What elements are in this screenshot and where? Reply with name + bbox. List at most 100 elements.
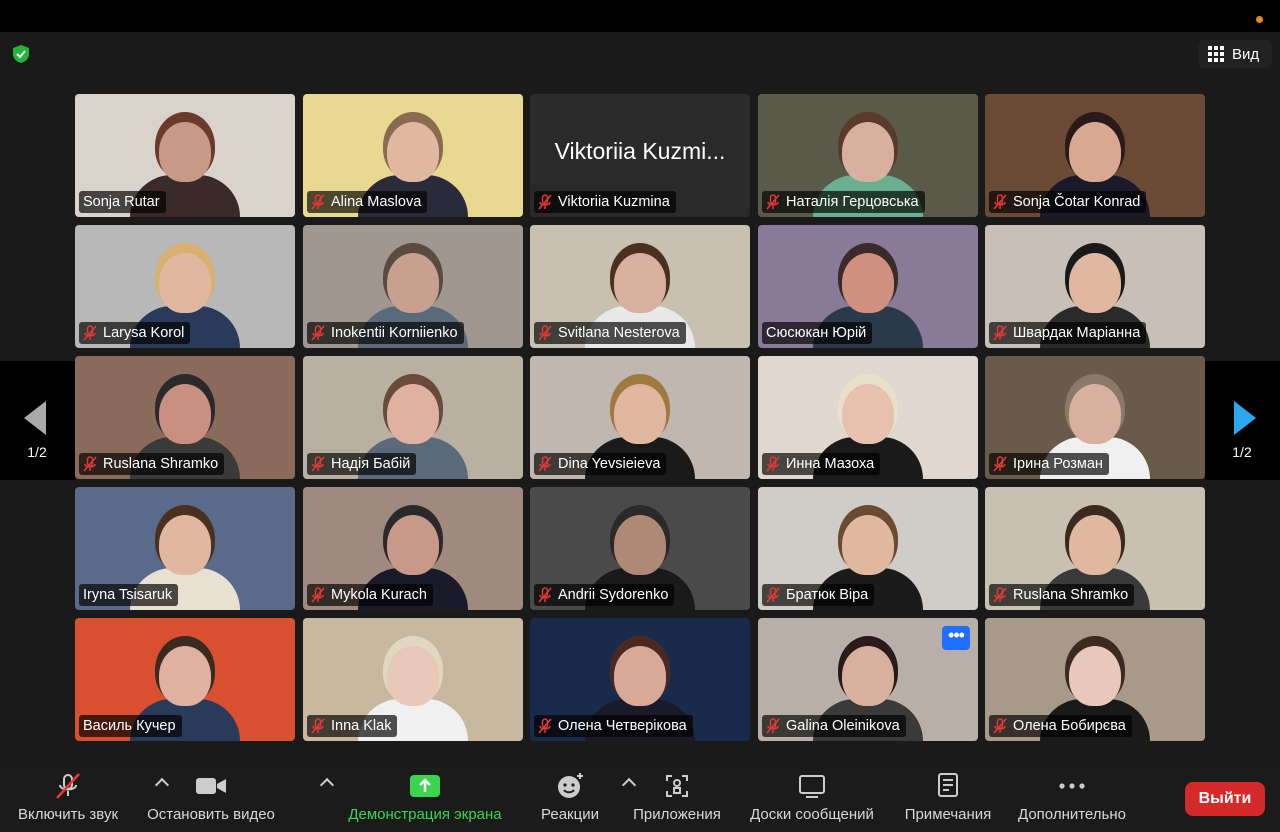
participant-name: Inokentii Korniienko: [331, 325, 458, 341]
participant-name-tag: Alina Maslova: [307, 191, 428, 213]
participant-name: Швардак Маріанна: [1013, 325, 1141, 341]
muted-mic-icon: [83, 325, 97, 341]
muted-mic-icon: [993, 456, 1007, 472]
tile-more-options-button[interactable]: •••: [942, 626, 970, 650]
participant-video-tile[interactable]: Sonja Čotar Konrad: [985, 94, 1205, 217]
participant-name-tag: Ruslana Shramko: [79, 453, 225, 475]
participant-video-tile[interactable]: Братюк Віра: [758, 487, 978, 610]
participant-name: Ruslana Shramko: [1013, 587, 1129, 603]
participant-video-tile[interactable]: Инна Мазоха: [758, 356, 978, 479]
participant-name-tag: Наталія Герцовська: [762, 191, 925, 213]
muted-mic-icon: [993, 325, 1007, 341]
muted-mic-icon: [766, 718, 780, 734]
participant-video-tile[interactable]: Mykola Kurach: [303, 487, 523, 610]
participant-name: Наталія Герцовська: [786, 194, 919, 210]
participant-video-tile[interactable]: Ірина Розман: [985, 356, 1205, 479]
video-options-caret-icon[interactable]: [319, 777, 335, 793]
muted-mic-icon: [311, 456, 325, 472]
reactions-button[interactable]: Реакции: [530, 766, 637, 832]
participant-name-tag: Ruslana Shramko: [989, 584, 1135, 606]
participant-name: Олена Бобирєва: [1013, 718, 1126, 734]
status-dot: [1256, 16, 1263, 23]
reactions-label: Реакции: [541, 806, 599, 823]
stop-video-button[interactable]: Остановить видео: [140, 766, 335, 832]
muted-mic-icon: [538, 587, 552, 603]
smiley-face-icon: [558, 773, 583, 798]
participant-video-tile[interactable]: Iryna Tsisaruk: [75, 487, 295, 610]
muted-mic-icon: [538, 325, 552, 341]
view-label: Вид: [1232, 45, 1260, 63]
participant-name: Ruslana Shramko: [103, 456, 219, 472]
participant-video-tile[interactable]: Василь Кучер: [75, 618, 295, 741]
muted-mic-icon: [993, 718, 1007, 734]
participant-video-tile[interactable]: Viktoriia Kuzmi... Viktoriia Kuzmina: [530, 94, 750, 217]
participant-name: Sonja Čotar Konrad: [1013, 194, 1141, 210]
participant-video-tile[interactable]: Швардак Маріанна: [985, 225, 1205, 348]
participant-video-tile[interactable]: Andrii Sydorenko: [530, 487, 750, 610]
participant-name-tag: Viktoriia Kuzmina: [534, 191, 676, 213]
participant-name-tag: Svitlana Nesterova: [534, 322, 686, 344]
view-button[interactable]: Вид: [1198, 40, 1272, 68]
participant-video-tile[interactable]: Надія Бабій: [303, 356, 523, 479]
muted-mic-icon: [311, 587, 325, 603]
participant-name: Сюсюкан Юрій: [766, 325, 867, 341]
leave-meeting-button[interactable]: Выйти: [1185, 782, 1265, 816]
apps-label: Приложения: [633, 806, 721, 823]
participant-name-tag: Iryna Tsisaruk: [79, 584, 179, 606]
muted-mic-icon: [993, 587, 1007, 603]
participant-name-tag: Швардак Маріанна: [989, 322, 1147, 344]
participant-display-name: Viktoriia Kuzmi...: [554, 138, 726, 164]
muted-mic-icon: [538, 456, 552, 472]
more-options-button[interactable]: Дополнительно: [1012, 766, 1132, 832]
share-screen-icon: [410, 775, 440, 797]
participant-name: Inna Klak: [331, 718, 392, 734]
participant-video-tile[interactable]: Svitlana Nesterova: [530, 225, 750, 348]
participant-video-tile[interactable]: Dina Yevsieieva: [530, 356, 750, 479]
apps-button[interactable]: Приложения: [627, 766, 727, 832]
participant-name: Andrii Sydorenko: [558, 587, 669, 603]
participant-name-tag: Ірина Розман: [989, 453, 1109, 475]
stop-video-label: Остановить видео: [147, 806, 275, 823]
muted-mic-icon: [538, 718, 552, 734]
participant-video-tile[interactable]: Ruslana Shramko: [75, 356, 295, 479]
next-page-arrow-icon[interactable]: [1234, 401, 1256, 435]
participant-name-tag: Сюсюкан Юрій: [762, 322, 873, 344]
participant-name: Василь Кучер: [83, 718, 176, 734]
participant-video-tile[interactable]: Galina Oleinikova •••: [758, 618, 978, 741]
participant-video-tile[interactable]: Alina Maslova: [303, 94, 523, 217]
grid-icon: [1208, 46, 1224, 62]
share-screen-label: Демонстрация экрана: [348, 806, 502, 823]
participant-video-tile[interactable]: Inokentii Korniienko: [303, 225, 523, 348]
shield-icon[interactable]: [11, 44, 31, 64]
muted-mic-icon: [538, 194, 552, 210]
muted-mic-icon: [311, 194, 325, 210]
participant-video-tile[interactable]: Наталія Герцовська: [758, 94, 978, 217]
meeting-toolbar: Включить звук Остановить видео Демонстра…: [0, 766, 1280, 832]
participant-video-tile[interactable]: Олена Бобирєва: [985, 618, 1205, 741]
window-title-bar: [0, 0, 1280, 32]
muted-microphone-icon: [56, 773, 80, 799]
participant-video-tile[interactable]: Sonja Rutar: [75, 94, 295, 217]
participant-video-tile[interactable]: Inna Klak: [303, 618, 523, 741]
whiteboards-button[interactable]: Доски сообщений: [742, 766, 882, 832]
participant-video-tile[interactable]: Олена Четверікова: [530, 618, 750, 741]
participant-name-tag: Sonja Rutar: [79, 191, 166, 213]
whiteboards-label: Доски сообщений: [750, 806, 874, 823]
participant-video-tile[interactable]: Сюсюкан Юрій: [758, 225, 978, 348]
participant-video-tile[interactable]: Larysa Korol: [75, 225, 295, 348]
participant-name: Larysa Korol: [103, 325, 185, 341]
participant-video-tile[interactable]: Ruslana Shramko: [985, 487, 1205, 610]
page-indicator-right: 1/2: [1232, 444, 1252, 460]
participant-name: Инна Мазоха: [786, 456, 875, 472]
notes-button[interactable]: Примечания: [898, 766, 998, 832]
muted-mic-icon: [311, 718, 325, 734]
share-screen-button[interactable]: Демонстрация экрана: [340, 766, 510, 832]
participant-name-tag: Galina Oleinikova: [762, 715, 906, 737]
participant-name: Ірина Розман: [1013, 456, 1103, 472]
whiteboard-icon: [799, 775, 825, 798]
participant-name: Galina Oleinikova: [786, 718, 900, 734]
muted-mic-icon: [83, 456, 97, 472]
prev-page-arrow-icon[interactable]: [24, 401, 46, 435]
participant-name-tag: Dina Yevsieieva: [534, 453, 667, 475]
unmute-button[interactable]: Включить звук: [8, 766, 170, 832]
